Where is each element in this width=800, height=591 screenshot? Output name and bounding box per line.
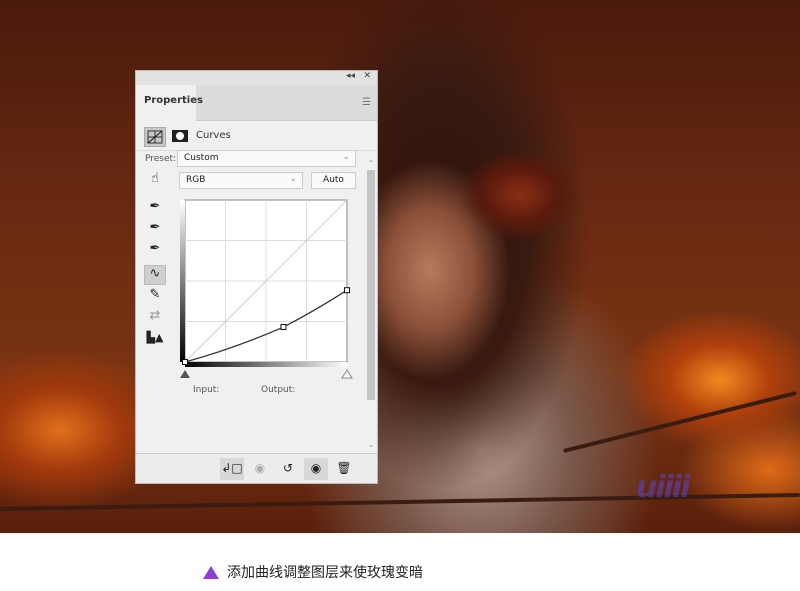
clipping-warning-icon[interactable]: ▙▲ (144, 331, 166, 351)
triangle-marker-icon (203, 565, 219, 579)
reset-icon[interactable]: ↺ (276, 458, 300, 480)
input-gradient-bar (185, 362, 347, 367)
curve-point[interactable] (280, 324, 287, 331)
trash-icon[interactable]: 🗑 (332, 458, 356, 480)
chevron-down-icon: ⌄ (342, 152, 350, 162)
preset-value: Custom (184, 153, 219, 163)
adjustment-name: Curves (196, 130, 231, 141)
close-icon[interactable]: ✕ (363, 71, 371, 81)
view-previous-icon[interactable]: ◉ (248, 458, 272, 480)
curve-points-icon[interactable]: ∿ (144, 265, 166, 285)
white-eyedropper-icon[interactable]: ✒ (144, 241, 166, 261)
curve-point[interactable] (344, 287, 350, 294)
input-label: Input: (193, 385, 220, 395)
output-gradient-bar (180, 200, 185, 362)
black-eyedropper-icon[interactable]: ✒ (144, 199, 166, 219)
curves-adjustment-icon[interactable] (144, 127, 166, 147)
output-label: Output: (261, 385, 296, 395)
preset-label: Preset: (145, 154, 177, 164)
scrollbar-thumb[interactable] (367, 170, 375, 400)
channel-value: RGB (186, 175, 206, 185)
scrollbar[interactable]: ⌃ ⌄ (366, 159, 376, 449)
panel-footer: ↲□ ◉ ↺ ◉ 🗑 (136, 453, 377, 483)
caption: 添加曲线调整图层来使玫瑰变暗 (203, 562, 423, 582)
properties-panel: ◂◂ ✕ Properties ☰ Curves Preset: Custom ⌄… (135, 70, 378, 484)
gray-eyedropper-icon[interactable]: ✒ (144, 220, 166, 240)
scroll-down-icon[interactable]: ⌄ (366, 440, 376, 449)
channel-select[interactable]: RGB ⌄ (179, 172, 303, 189)
visibility-eye-icon[interactable]: ◉ (304, 458, 328, 480)
panel-menu-icon[interactable]: ☰ (362, 97, 371, 108)
curve-point[interactable] (182, 359, 188, 365)
barbed-wire (563, 391, 797, 453)
clip-to-layer-icon[interactable]: ↲□ (220, 458, 244, 480)
pencil-icon[interactable]: ✎ (144, 287, 166, 307)
preset-select[interactable]: Custom ⌄ (177, 150, 356, 167)
auto-button[interactable]: Auto (311, 172, 356, 189)
smooth-icon[interactable]: ⇄ (144, 308, 166, 328)
white-point-slider[interactable] (341, 369, 353, 379)
tab-properties[interactable]: Properties (136, 85, 203, 121)
watermark-logo: uiiii (636, 470, 690, 505)
panel-titlebar: ◂◂ ✕ (136, 71, 377, 85)
scroll-up-icon[interactable]: ⌃ (366, 159, 376, 168)
collapse-icon[interactable]: ◂◂ (346, 71, 355, 81)
mask-icon[interactable] (170, 127, 192, 147)
black-point-slider[interactable] (180, 370, 190, 378)
chevron-down-icon: ⌄ (289, 174, 297, 184)
caption-text: 添加曲线调整图层来使玫瑰变暗 (227, 565, 423, 581)
on-image-adjust-icon[interactable]: ☝ (144, 171, 166, 191)
background-photo (0, 0, 800, 533)
curves-graph[interactable] (176, 191, 366, 381)
